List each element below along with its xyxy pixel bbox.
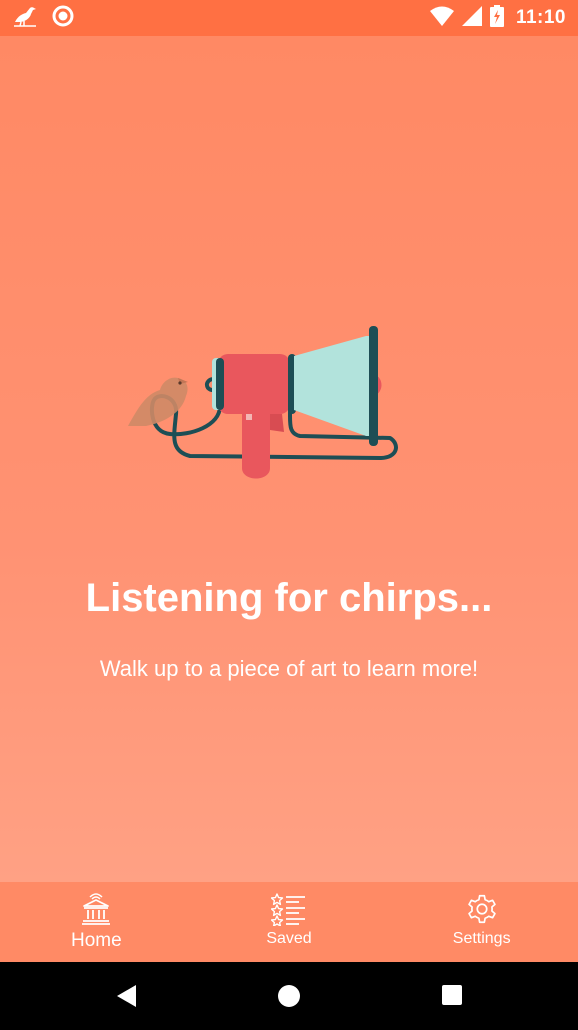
nav-item-saved[interactable]: Saved [193, 882, 386, 962]
page-title: Listening for chirps... [85, 576, 493, 620]
battery-charging-icon [489, 4, 504, 32]
home-circle-icon[interactable] [277, 984, 301, 1013]
wifi-icon [429, 6, 454, 31]
nav-label-settings: Settings [452, 930, 511, 947]
back-icon[interactable] [116, 984, 138, 1013]
system-nav-bar [0, 962, 578, 1030]
bottom-nav: Home Saved Settings [0, 882, 578, 962]
starred-list-icon [271, 892, 307, 926]
nav-label-saved: Saved [266, 930, 312, 947]
gear-icon [464, 892, 500, 926]
main-content: Listening for chirps... Walk up to a pie… [0, 36, 578, 882]
nav-item-home[interactable]: Home [0, 882, 193, 962]
nav-label-home: Home [70, 930, 122, 951]
record-icon [52, 5, 74, 32]
page-subtitle: Walk up to a piece of art to learn more! [99, 656, 479, 681]
nav-item-settings[interactable]: Settings [385, 882, 578, 962]
megaphone-bird-illustration [128, 326, 398, 479]
status-bar: 11:10 [0, 0, 578, 36]
clock: 11:10 [515, 7, 566, 28]
signal-icon [461, 5, 482, 31]
bird-icon [12, 4, 38, 33]
recents-square-icon[interactable] [441, 984, 463, 1011]
bird-figure [128, 377, 188, 426]
museum-icon [80, 892, 112, 926]
